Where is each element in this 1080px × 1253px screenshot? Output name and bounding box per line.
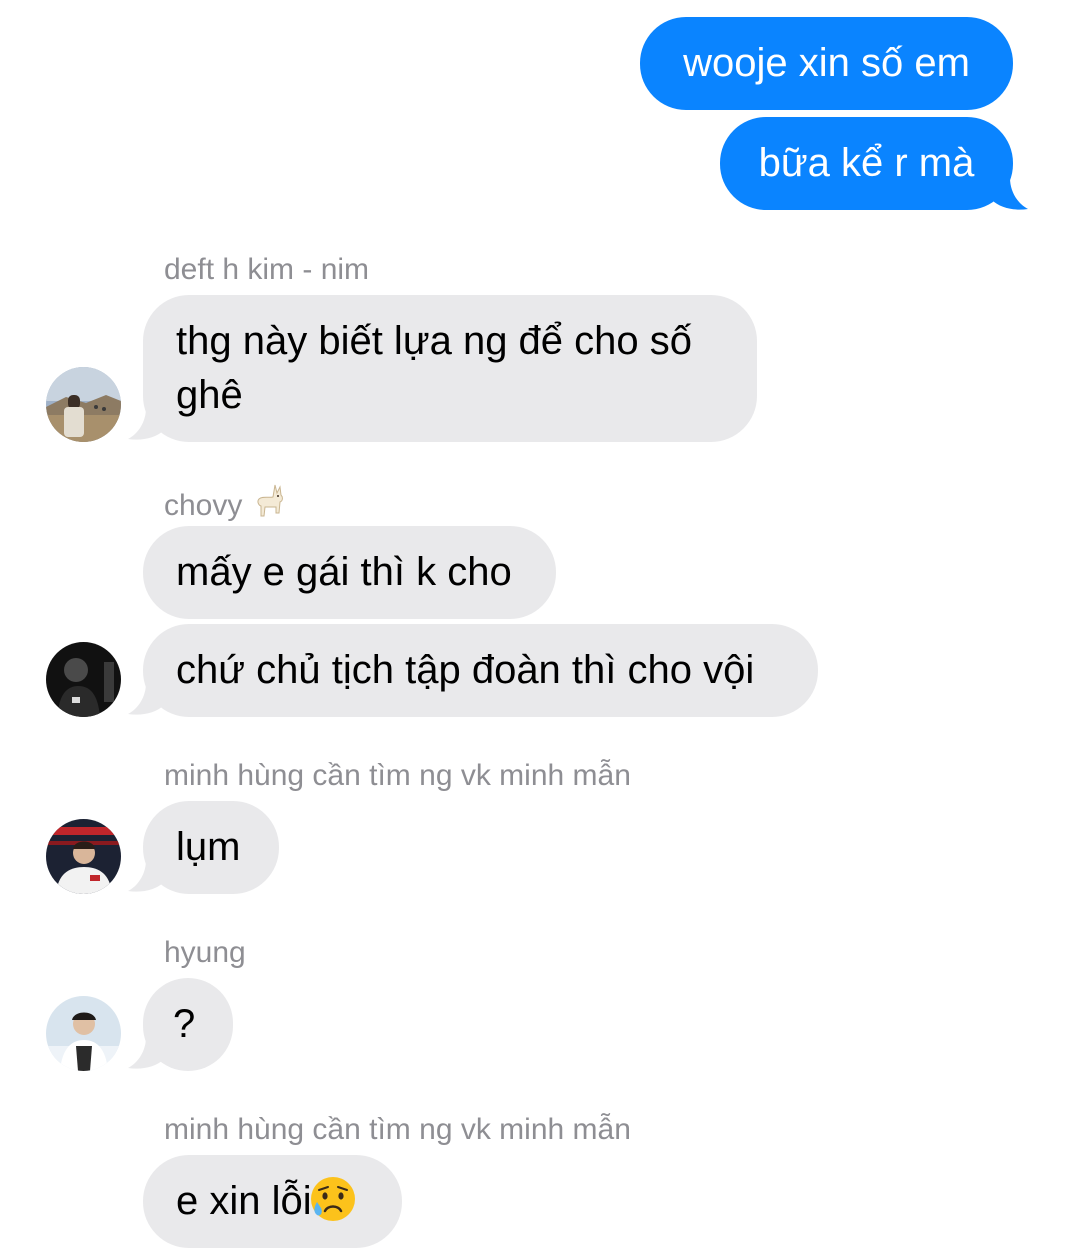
message-text: mấy e gái thì k cho [176, 550, 512, 594]
message-text: wooje xin số em [683, 41, 970, 85]
incoming-bubble-tail [128, 408, 166, 440]
sender-name: minh hùng cần tìm ng vk minh mẫn [164, 758, 631, 794]
sad-but-relieved-face-emoji-icon [310, 1177, 355, 1221]
sender-name: deft h kim - nim [164, 252, 369, 288]
avatar[interactable] [46, 996, 121, 1071]
avatar-photo-chovy-icon [46, 642, 121, 717]
incoming-message-bubble[interactable]: mấy e gái thì k cho [143, 526, 556, 619]
incoming-bubble-tail [128, 683, 166, 715]
message-text-content: e xin lỗi [176, 1179, 312, 1223]
sender-name: hyung [164, 935, 246, 971]
outgoing-message-bubble[interactable]: wooje xin số em [640, 17, 1013, 110]
avatar-photo-minh-hung-icon [46, 819, 121, 894]
message-text: ? [173, 1002, 196, 1046]
message-text-line: thg này biết lựa ng để cho số [176, 319, 693, 363]
avatar-photo-deft-icon [46, 367, 121, 442]
chat-thread: wooje xin số em bữa kể r mà deft h kim -… [0, 0, 1080, 1253]
incoming-bubble-tail [128, 1037, 166, 1069]
outgoing-message-bubble[interactable]: bữa kể r mà [720, 117, 1013, 210]
incoming-bubble-tail [128, 860, 166, 892]
sender-name-text: minh hùng cần tìm ng vk minh mẫn [164, 759, 631, 792]
sender-name-text: deft h kim - nim [164, 253, 370, 286]
sender-name-text: chovy [164, 489, 243, 522]
incoming-message-bubble[interactable]: thg này biết lựa ng để cho số ghê [143, 295, 757, 442]
avatar[interactable] [46, 367, 121, 442]
message-text-line: ghê [176, 373, 243, 417]
llama-emoji-icon [257, 484, 283, 517]
message-text: e xin lỗi [176, 1174, 402, 1228]
message-text: bữa kể r mà [758, 141, 975, 185]
sender-name: chovy [164, 483, 287, 524]
incoming-message-bubble[interactable]: chứ chủ tịch tập đoàn thì cho vội [143, 624, 818, 717]
message-text: lụm [176, 825, 241, 869]
sender-name: minh hùng cần tìm ng vk minh mẫn [164, 1112, 631, 1148]
incoming-message-bubble[interactable]: e xin lỗi [143, 1155, 402, 1248]
outgoing-bubble-tail [990, 178, 1028, 210]
sender-name-text: minh hùng cần tìm ng vk minh mẫn [164, 1113, 631, 1146]
avatar[interactable] [46, 642, 121, 717]
sender-name-text: hyung [164, 936, 246, 969]
message-text: chứ chủ tịch tập đoàn thì cho vội [176, 648, 755, 692]
avatar-photo-hyung-icon [46, 996, 121, 1071]
avatar[interactable] [46, 819, 121, 894]
